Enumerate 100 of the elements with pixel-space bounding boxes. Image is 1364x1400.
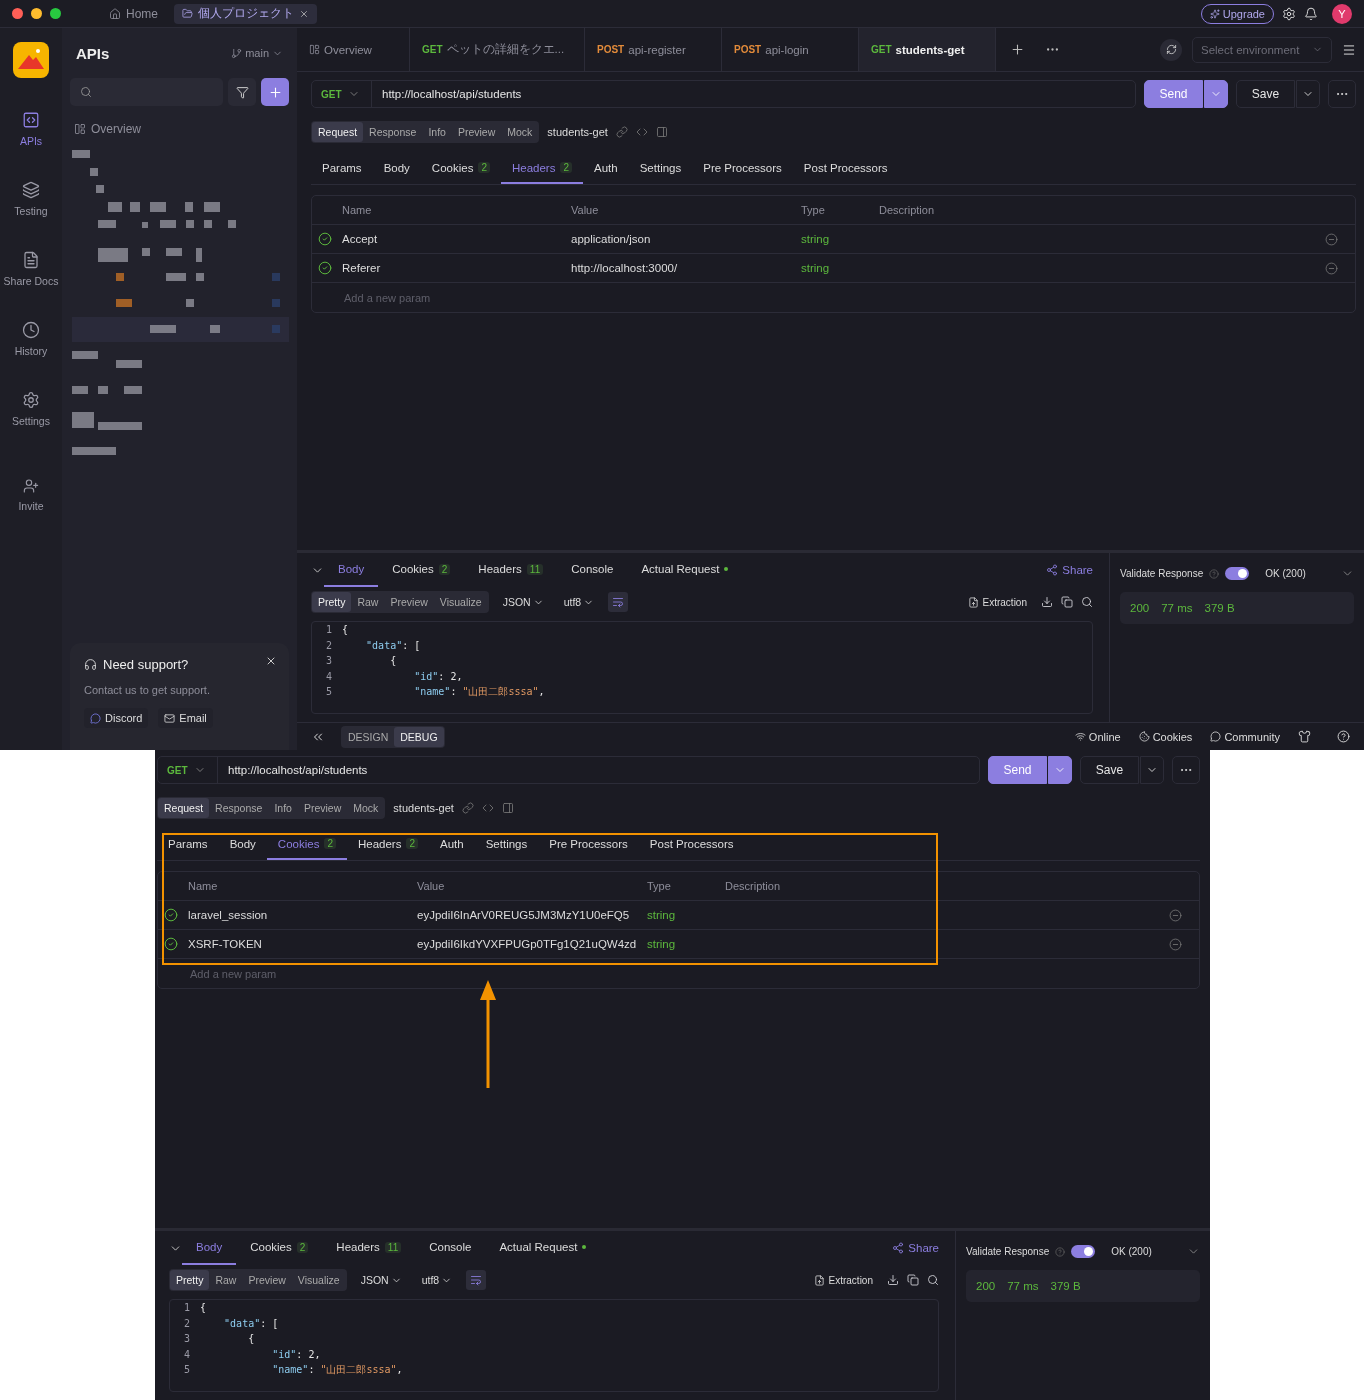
encoding-select[interactable]: utf8 [557, 596, 601, 608]
param-tab[interactable]: Headers 2 [500, 153, 583, 184]
format-select[interactable]: JSON [496, 596, 550, 608]
zoom-dot[interactable] [50, 8, 61, 19]
status-item[interactable]: Cookies [1138, 730, 1193, 743]
view-tab[interactable]: Raw [351, 592, 385, 612]
close-icon[interactable] [265, 655, 277, 667]
status-select[interactable]: OK (200) [1111, 1246, 1152, 1257]
param-tab[interactable]: Headers 2 [346, 829, 429, 860]
result-tab[interactable]: Headers 11 [322, 1231, 416, 1265]
status-select[interactable]: OK (200) [1265, 568, 1306, 579]
remove-icon[interactable] [1169, 908, 1182, 922]
branch-select[interactable]: main [231, 47, 283, 59]
mode-tab[interactable]: Mock [347, 798, 385, 818]
mode-tab[interactable]: Request [158, 798, 210, 818]
nav-item[interactable]: Share Docs [0, 236, 62, 302]
result-tab[interactable]: Console [415, 1231, 486, 1265]
view-tab[interactable]: Preview [384, 592, 434, 612]
param-tab[interactable]: Settings [628, 153, 693, 184]
param-tab[interactable]: Post Processors [792, 153, 899, 184]
result-tab[interactable]: Console [557, 553, 628, 587]
mode-tab[interactable]: Info [422, 122, 452, 142]
nav-item[interactable]: History [0, 306, 62, 372]
param-tab[interactable]: Settings [474, 829, 539, 860]
close-dot[interactable] [12, 8, 23, 19]
url-field[interactable]: GET http://localhost/api/students [157, 756, 980, 784]
param-tab[interactable]: Auth [583, 153, 629, 184]
save-button[interactable]: Save [1080, 756, 1139, 784]
add-button[interactable] [261, 78, 289, 106]
wrap-button[interactable] [608, 592, 629, 612]
document-tab[interactable]: Overview [297, 28, 410, 71]
new-param-field[interactable]: Add a new param [342, 290, 879, 305]
overview-item[interactable]: Overview [74, 122, 289, 136]
extraction-button[interactable]: Extraction [807, 1273, 879, 1287]
mode-tab[interactable]: Preview [297, 798, 348, 818]
document-tab[interactable]: GET students-get [859, 28, 996, 71]
param-tab[interactable]: Params [157, 829, 219, 860]
document-tab[interactable]: GET ペットの詳細をクエ... [410, 28, 585, 71]
mode-tab[interactable]: DESIGN [342, 726, 395, 747]
check-icon[interactable] [164, 937, 178, 951]
result-tab[interactable]: Actual Request [627, 553, 743, 587]
encoding-select[interactable]: utf8 [415, 1274, 459, 1286]
check-icon[interactable] [164, 908, 178, 922]
support-button[interactable]: Discord [84, 708, 149, 728]
mode-tab[interactable]: Response [363, 122, 423, 142]
view-tab[interactable]: Visualize [291, 1270, 346, 1290]
result-tab[interactable]: Cookies 2 [236, 1231, 323, 1265]
param-tab[interactable]: Cookies 2 [266, 829, 347, 860]
share-link[interactable]: Share [892, 1242, 939, 1254]
param-tab[interactable]: Body [218, 829, 267, 860]
mode-tab[interactable]: DEBUG [394, 726, 444, 747]
method-select[interactable]: GET [158, 757, 218, 783]
format-select[interactable]: JSON [354, 1274, 408, 1286]
invite-button[interactable]: Invite [0, 462, 62, 528]
window-tab[interactable]: Home [101, 3, 166, 24]
param-tab[interactable]: Cookies 2 [420, 153, 501, 184]
document-tab[interactable]: POST api-register [585, 28, 722, 71]
url-field[interactable]: GET http://localhost/api/students [311, 80, 1136, 108]
result-tab[interactable]: Body [324, 553, 379, 587]
window-tab[interactable]: 個人プロジェクト [174, 3, 317, 24]
result-tab[interactable]: Headers 11 [464, 553, 558, 587]
view-tab[interactable]: Preview [242, 1270, 292, 1290]
nav-item[interactable]: Testing [0, 166, 62, 232]
nav-item[interactable]: Settings [0, 376, 62, 442]
result-tab[interactable]: Actual Request [485, 1231, 601, 1265]
check-icon[interactable] [318, 261, 332, 275]
share-link[interactable]: Share [1046, 564, 1093, 576]
param-tab[interactable]: Body [372, 153, 421, 184]
nav-item[interactable]: APIs [0, 96, 62, 162]
avatar[interactable]: Y [1332, 3, 1352, 24]
mode-tab[interactable]: Mock [501, 122, 539, 142]
result-tab[interactable]: Cookies 2 [378, 553, 465, 587]
param-tab[interactable]: Pre Processors [538, 829, 639, 860]
extraction-button[interactable]: Extraction [961, 595, 1033, 609]
mode-tab[interactable]: Response [209, 798, 269, 818]
new-param-field[interactable]: Add a new param [188, 966, 725, 981]
filter-button[interactable] [228, 78, 256, 106]
status-item[interactable]: Community [1210, 730, 1280, 743]
save-button[interactable]: Save [1236, 80, 1295, 108]
check-icon[interactable] [318, 232, 332, 246]
remove-icon[interactable] [1169, 937, 1182, 951]
view-tab[interactable]: Pretty [312, 592, 352, 612]
remove-icon[interactable] [1325, 232, 1338, 246]
mode-tab[interactable]: Request [312, 122, 364, 142]
method-select[interactable]: GET [312, 81, 372, 107]
param-tab[interactable]: Params [311, 153, 373, 184]
validate-toggle[interactable] [1071, 1245, 1096, 1258]
mode-tab[interactable]: Info [268, 798, 298, 818]
mode-tab[interactable]: Preview [451, 122, 502, 142]
param-tab[interactable]: Auth [429, 829, 475, 860]
minimize-dot[interactable] [31, 8, 42, 19]
search-field[interactable] [70, 78, 223, 106]
remove-icon[interactable] [1325, 261, 1338, 275]
view-tab[interactable]: Pretty [170, 1270, 210, 1290]
refresh-button[interactable] [1160, 38, 1182, 61]
result-tab[interactable]: Body [182, 1231, 237, 1265]
view-tab[interactable]: Raw [209, 1270, 243, 1290]
support-button[interactable]: Email [158, 708, 213, 728]
view-tab[interactable]: Visualize [433, 592, 488, 612]
param-tab[interactable]: Pre Processors [692, 153, 793, 184]
